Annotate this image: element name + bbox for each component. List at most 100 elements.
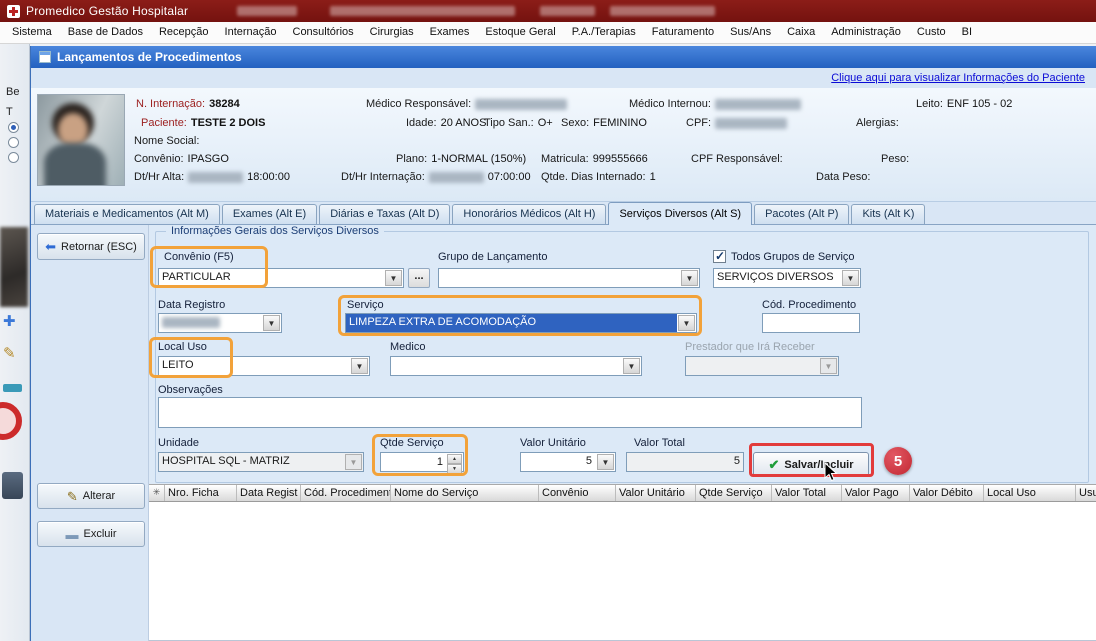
tab-servicos-diversos[interactable]: Serviços Diversos (Alt S) (608, 202, 752, 225)
tab-exames[interactable]: Exames (Alt E) (222, 204, 317, 224)
menu-item-estoque-geral[interactable]: Estoque Geral (477, 22, 563, 43)
excluir-button[interactable]: ▬ Excluir (37, 521, 145, 547)
patient-field-leito: Leito:ENF 105 - 02 (916, 98, 1012, 110)
grupo-servico-value: SERVIÇOS DIVERSOS (714, 269, 841, 287)
tab-pacotes[interactable]: Pacotes (Alt P) (754, 204, 849, 224)
toolbar-icon[interactable] (3, 384, 22, 392)
radio-option[interactable] (8, 122, 19, 133)
chevron-down-icon[interactable]: ▼ (597, 454, 614, 470)
groupbox-title: Informações Gerais dos Serviços Diversos (166, 225, 384, 237)
chevron-down-icon[interactable]: ▼ (351, 358, 368, 374)
data-registro-label: Data Registro (158, 299, 225, 311)
printer-icon[interactable] (2, 472, 23, 499)
retornar-label: Retornar (ESC) (61, 241, 137, 253)
menu-item-internacao[interactable]: Internação (217, 22, 285, 43)
chevron-down-icon[interactable]: ▼ (263, 315, 280, 331)
prestador-combo: ▼ (685, 356, 839, 376)
col-nome-servico[interactable]: Nome do Serviço (391, 485, 539, 501)
menu-item-recepcao[interactable]: Recepção (151, 22, 217, 43)
menu-item-consultorios[interactable]: Consultórios (285, 22, 362, 43)
chevron-down-icon[interactable]: ▼ (623, 358, 640, 374)
medico-combo[interactable]: ▼ (390, 356, 642, 376)
menu-item-sistema[interactable]: Sistema (4, 22, 60, 43)
menu-item-cirurgias[interactable]: Cirurgias (362, 22, 422, 43)
servico-value: LIMPEZA EXTRA DE ACOMODAÇÃO (346, 314, 677, 332)
observacoes-textarea[interactable] (158, 397, 862, 428)
patient-info-link[interactable]: Clique aqui para visualizar Informações … (831, 72, 1085, 84)
photo-blur (58, 113, 88, 147)
spin-up-icon[interactable]: ▲ (447, 454, 462, 464)
servico-combo[interactable]: LIMPEZA EXTRA DE ACOMODAÇÃO ▼ (345, 313, 697, 333)
chevron-down-icon[interactable]: ▼ (678, 315, 695, 331)
patient-field-medico-responsavel: Médico Responsável: (366, 98, 567, 110)
chevron-down-icon[interactable]: ▼ (345, 454, 362, 470)
col-cod-procedimento[interactable]: Cód. Procediment (301, 485, 391, 501)
grupo-lancamento-combo[interactable]: ▼ (438, 268, 700, 288)
convenio-label: Convênio (F5) (164, 251, 234, 263)
chevron-down-icon[interactable]: ▼ (681, 270, 698, 286)
col-valor-total[interactable]: Valor Total (772, 485, 842, 501)
add-icon[interactable]: ✚ (3, 312, 16, 330)
redacted-value (162, 317, 220, 328)
chevron-down-icon[interactable]: ▼ (385, 270, 402, 286)
local-uso-combo[interactable]: LEITO ▼ (158, 356, 370, 376)
tab-content: ⬅ Retornar (ESC) ✎ Alterar ▬ Excluir Inf… (31, 225, 1096, 641)
menu-item-caixa[interactable]: Caixa (779, 22, 823, 43)
salvar-incluir-button[interactable]: ✔ Salvar/Incluir (753, 452, 869, 477)
retornar-button[interactable]: ⬅ Retornar (ESC) (37, 233, 145, 260)
todos-grupos-label[interactable]: Todos Grupos de Serviço (731, 251, 855, 263)
col-valor-pago[interactable]: Valor Pago (842, 485, 910, 501)
col-local-uso[interactable]: Local Uso (984, 485, 1076, 501)
tab-diarias-taxas[interactable]: Diárias e Taxas (Alt D) (319, 204, 450, 224)
results-table-body[interactable] (149, 502, 1096, 641)
col-usuario[interactable]: Usuá (1076, 485, 1096, 501)
patient-field-matricula: Matricula:999555666 (541, 153, 648, 165)
alterar-button[interactable]: ✎ Alterar (37, 483, 145, 509)
col-nro-ficha[interactable]: Nro. Ficha (165, 485, 237, 501)
pencil-icon[interactable]: ✎ (3, 344, 16, 362)
menu-item-sus-ans[interactable]: Sus/Ans (722, 22, 779, 43)
background-window: Be T ✚ ✎ (0, 44, 30, 641)
patient-field-paciente: Paciente:TESTE 2 DOIS (141, 117, 265, 129)
menu-item-exames[interactable]: Exames (422, 22, 478, 43)
col-convenio[interactable]: Convênio (539, 485, 616, 501)
menu-item-administracao[interactable]: Administração (823, 22, 909, 43)
app-title: Promedico Gestão Hospitalar (26, 4, 188, 18)
tab-kits[interactable]: Kits (Alt K) (851, 204, 925, 224)
tab-honorarios-medicos[interactable]: Honorários Médicos (Alt H) (452, 204, 606, 224)
cod-procedimento-input[interactable] (762, 313, 860, 333)
patient-field-idade: Idade:20 ANOS (406, 117, 486, 129)
radio-option[interactable] (8, 137, 19, 148)
clock-icon[interactable] (0, 402, 22, 440)
menu-item-base-de-dados[interactable]: Base de Dados (60, 22, 151, 43)
col-valor-unitario[interactable]: Valor Unitário (616, 485, 696, 501)
menu-item-custo[interactable]: Custo (909, 22, 954, 43)
qtde-servico-stepper[interactable]: 1 ▲ ▼ (380, 452, 464, 472)
chevron-down-icon[interactable]: ▼ (842, 270, 859, 286)
todos-grupos-checkbox[interactable] (713, 250, 726, 263)
tab-materiais-medicamentos[interactable]: Materiais e Medicamentos (Alt M) (34, 204, 220, 224)
unidade-value: HOSPITAL SQL - MATRIZ (159, 453, 344, 471)
prestador-value (686, 357, 819, 375)
patient-photo (37, 94, 125, 186)
col-valor-debito[interactable]: Valor Débito (910, 485, 984, 501)
convenio-browse-button[interactable]: ... (408, 268, 430, 288)
menu-item-pa-terapias[interactable]: P.A./Terapias (564, 22, 644, 43)
redacted-value (475, 99, 567, 110)
convenio-combo[interactable]: PARTICULAR ▼ (158, 268, 404, 288)
link-row: Clique aqui para visualizar Informações … (31, 68, 1096, 88)
menu-item-bi[interactable]: BI (954, 22, 980, 43)
grupo-servico-combo[interactable]: SERVIÇOS DIVERSOS ▼ (713, 268, 861, 288)
radio-option[interactable] (8, 152, 19, 163)
procedures-window: Lançamentos de Procedimentos Clique aqui… (30, 46, 1096, 641)
unidade-combo[interactable]: HOSPITAL SQL - MATRIZ ▼ (158, 452, 364, 472)
col-qtde-servico[interactable]: Qtde Serviço (696, 485, 772, 501)
col-data-registro[interactable]: Data Regist (237, 485, 301, 501)
data-registro-combo[interactable]: ▼ (158, 313, 282, 333)
redacted-text (237, 6, 297, 16)
redacted-text (610, 6, 715, 16)
chevron-down-icon: ▼ (820, 358, 837, 374)
valor-unitario-combo[interactable]: 5 ▼ (520, 452, 616, 472)
menu-item-faturamento[interactable]: Faturamento (644, 22, 722, 43)
spin-down-icon[interactable]: ▼ (447, 464, 462, 474)
